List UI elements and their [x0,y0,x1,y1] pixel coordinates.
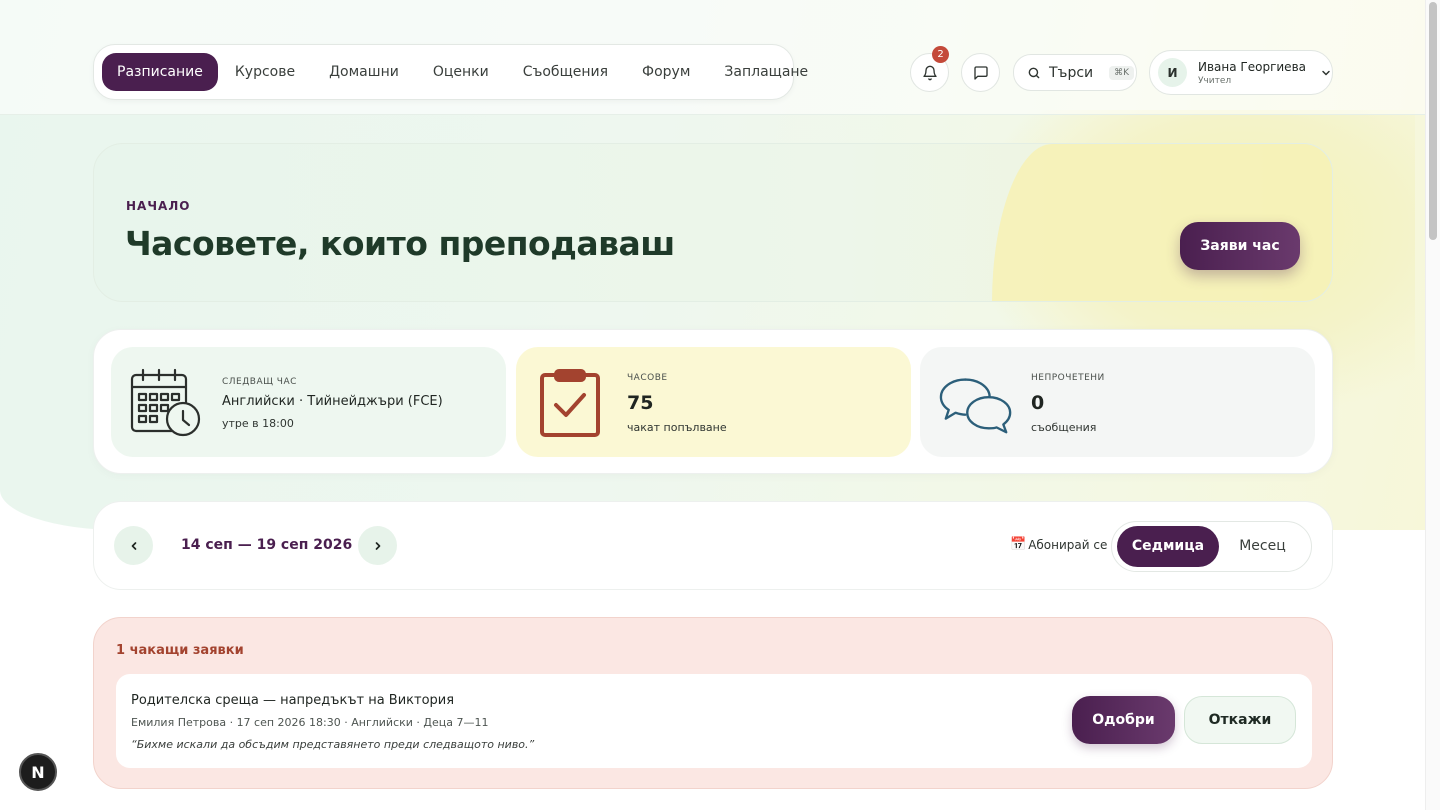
chevron-down-icon [1322,70,1330,75]
stat-unread-messages[interactable]: НЕПРОЧЕТЕНИ 0 съобщения [920,347,1315,457]
chevron-left-icon [131,541,136,550]
stat-value: Английски · Тийнейджъри (FCE) [222,394,443,409]
chat-bubbles-icon [939,378,1012,434]
next-week-button[interactable] [358,526,397,565]
bell-icon [922,65,937,80]
scrollbar[interactable] [1425,0,1440,810]
dev-tools-badge[interactable]: N [19,753,57,791]
user-menu[interactable]: И Ивана Георгиева Учител [1149,50,1333,95]
avatar: И [1158,58,1187,87]
reject-button[interactable]: Откажи [1184,696,1296,744]
request-card: Родителска среща — напредъкът на Виктори… [116,674,1312,768]
request-meta: Емилия Петрова · 17 сеп 2026 18:30 · Анг… [131,716,489,729]
message-square-icon [973,65,988,80]
view-month-tab[interactable]: Месец [1219,526,1306,567]
search-label: Търси [1049,64,1094,81]
user-role: Учител [1198,75,1232,86]
stat-label: ЧАСОВЕ [627,373,668,383]
calendar-clock-icon [130,368,201,437]
search-shortcut: ⌘K [1109,65,1135,80]
stat-label: СЛЕДВАЩ ЧАС [222,377,297,387]
prev-week-button[interactable] [114,526,153,565]
stat-value: 0 [1031,392,1045,414]
hero-kicker: НАЧАЛО [126,199,191,213]
notifications-button[interactable]: 2 [910,46,949,92]
week-range: 14 сеп — 19 сеп 2026 [181,537,353,553]
nav-item-messages[interactable]: Съобщения [506,53,625,91]
top-bar: Разписание Курсове Домашни Оценки Съобще… [0,0,1425,115]
subscribe-label: Абонирай се [1028,537,1108,552]
nav-item-grades[interactable]: Оценки [416,53,506,91]
chevron-right-icon [375,541,380,550]
search-icon [1028,67,1040,78]
hero-banner: НАЧАЛО Часовете, които преподаваш Заяви … [93,143,1333,302]
stat-value: 75 [627,392,654,414]
stat-next-lesson[interactable]: СЛЕДВАЩ ЧАС Английски · Тийнейджъри (FCE… [111,347,506,457]
clipboard-check-icon [540,369,600,437]
search-button[interactable]: Търси ⌘K [1013,54,1137,91]
nav-item-payments[interactable]: Заплащане [707,53,825,91]
pending-title: 1 чакащи заявки [116,643,244,658]
chat-button[interactable] [961,53,1000,92]
notification-count-badge: 2 [932,46,949,63]
stat-label: НЕПРОЧЕТЕНИ [1031,373,1105,383]
stat-sub: чакат попълване [627,421,727,434]
request-lesson-button[interactable]: Заяви час [1180,222,1300,270]
calendar-icon: 📅 [1010,537,1027,552]
nav-item-courses[interactable]: Курсове [218,53,312,91]
request-title: Родителска среща — напредъкът на Виктори… [131,693,455,708]
stats-panel: СЛЕДВАЩ ЧАС Английски · Тийнейджъри (FCE… [93,329,1333,474]
stat-sub: утре в 18:00 [222,417,294,430]
nav-item-schedule[interactable]: Разписание [102,53,218,91]
nav-item-forum[interactable]: Форум [625,53,707,91]
nav-item-homework[interactable]: Домашни [312,53,416,91]
approve-button[interactable]: Одобри [1072,696,1175,744]
request-quote: “Бихме искали да обсъдим представянето п… [131,738,535,751]
view-switcher: Седмица Месец [1111,521,1312,572]
stat-sub: съобщения [1031,421,1097,434]
subscribe-calendar-link[interactable]: 📅 Абонирай се [1010,537,1107,552]
view-week-tab[interactable]: Седмица [1117,526,1219,567]
main-nav: Разписание Курсове Домашни Оценки Съобще… [93,44,808,100]
user-name: Ивана Георгиева [1198,59,1306,74]
page-title: Часовете, които преподаваш [125,224,675,263]
scrollbar-thumb[interactable] [1429,2,1437,240]
stat-lessons-pending[interactable]: ЧАСОВЕ 75 чакат попълване [516,347,911,457]
week-navigation: 14 сеп — 19 сеп 2026 📅 Абонирай се Седми… [93,501,1333,590]
pending-requests: 1 чакащи заявки Родителска среща — напре… [93,617,1333,789]
